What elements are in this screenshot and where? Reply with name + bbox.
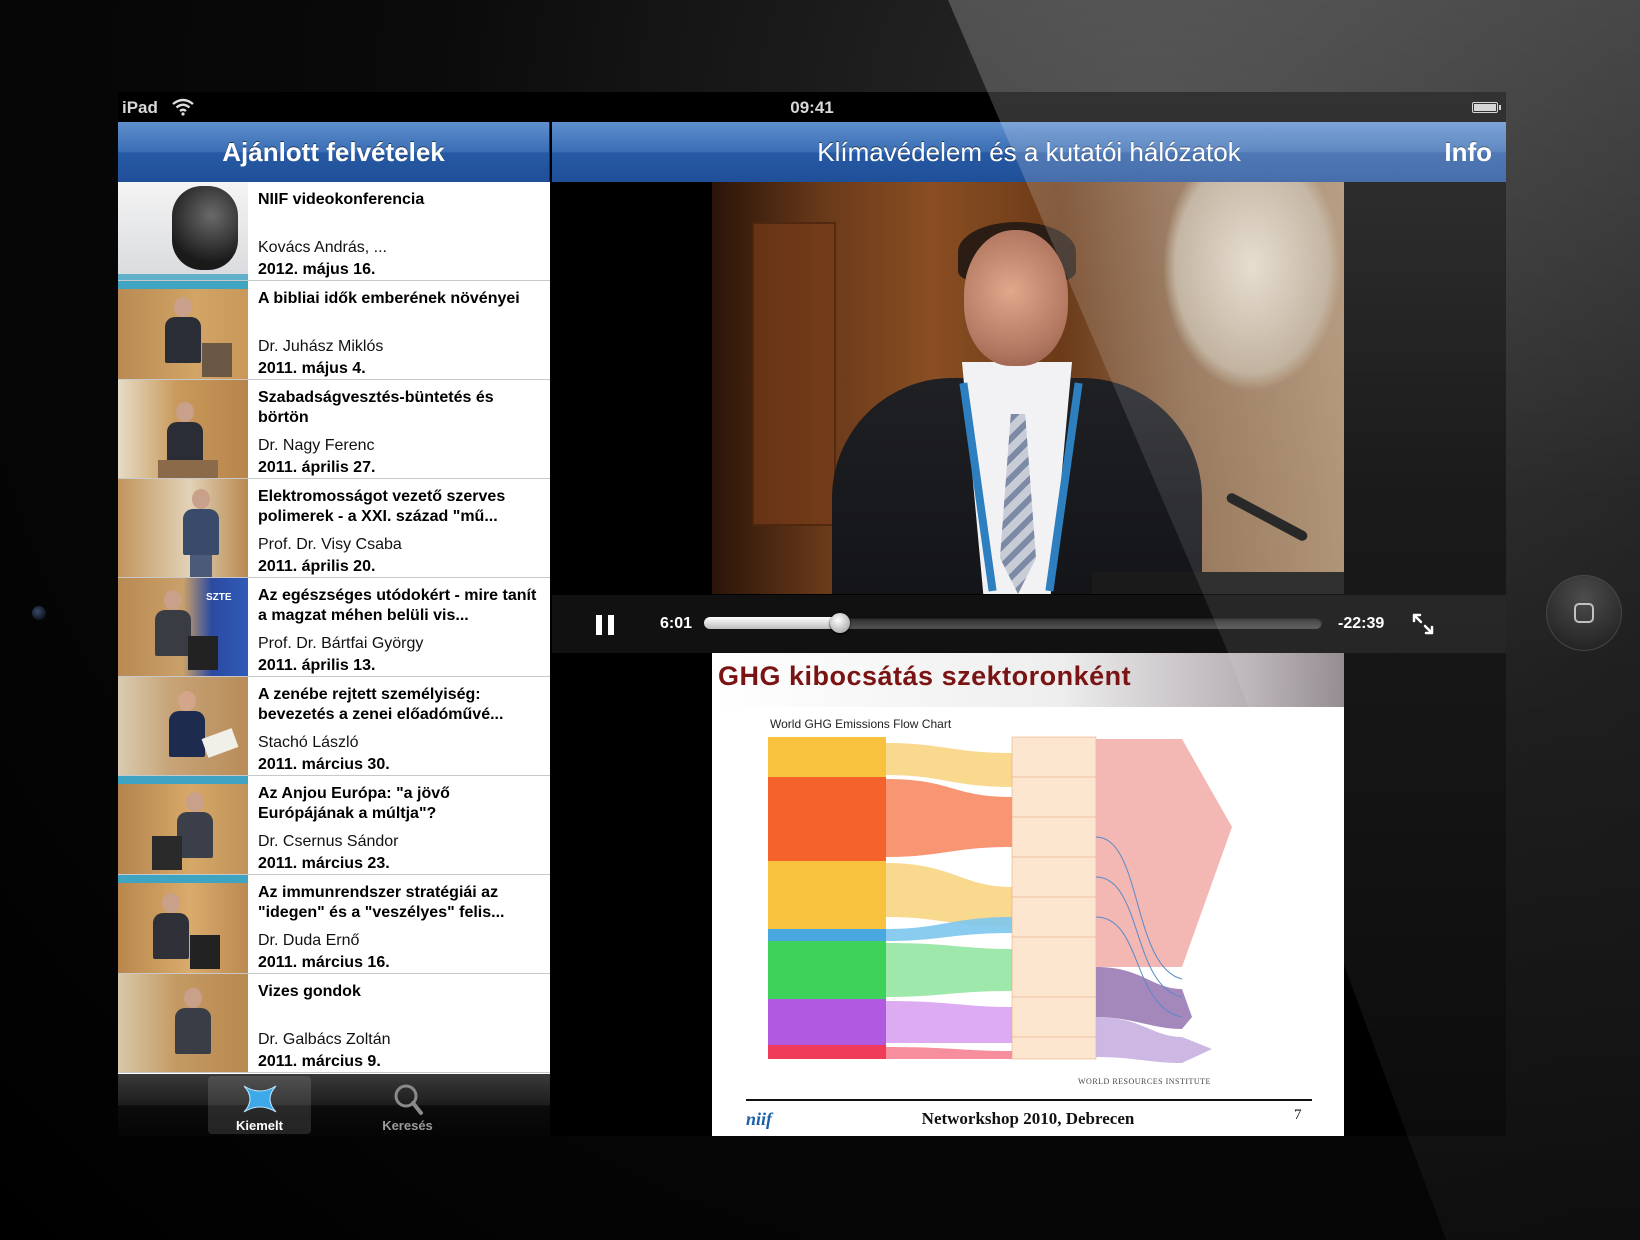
battery-icon xyxy=(1472,102,1501,113)
item-title: A zenébe rejtett személyiség: bevezetés … xyxy=(258,686,504,723)
scrubber-knob[interactable] xyxy=(829,613,850,633)
list-item[interactable]: A bibliai idők emberének növényei Dr. Ju… xyxy=(118,281,550,380)
item-author: Dr. Juhász Miklós xyxy=(258,338,384,355)
fullscreen-icon[interactable] xyxy=(1412,613,1434,635)
item-title: Elektromosságot vezető szerves polimerek… xyxy=(258,488,506,525)
emissions-flow-chart: World GHG Emissions Flow Chart xyxy=(762,717,1262,1089)
recording-thumbnail: SZTE xyxy=(118,578,248,676)
recording-thumbnail xyxy=(118,182,248,280)
item-date: 2011. március 9. xyxy=(258,1053,381,1070)
item-date: 2012. május 16. xyxy=(258,261,376,278)
item-title: Szabadságvesztés-büntetés és börtön xyxy=(258,389,494,426)
tab-kiemelt[interactable]: Kiemelt xyxy=(208,1076,311,1134)
item-date: 2011. április 13. xyxy=(258,657,376,674)
ipad-screen: iPad 09:41 Ajánlott felvételek NIIF vide… xyxy=(118,92,1506,1136)
playback-controls: 6:01 -22:39 xyxy=(552,595,1506,653)
home-square-icon xyxy=(1574,603,1594,623)
list-item[interactable]: NIIF videokonferencia Kovács András, ...… xyxy=(118,182,550,281)
right-nav-bar: Klímavédelem és a kutatói hálózatok Info xyxy=(552,122,1506,182)
pause-icon[interactable] xyxy=(596,615,614,635)
item-date: 2011. március 30. xyxy=(258,756,390,773)
item-author: Stachó László xyxy=(258,734,359,751)
item-date: 2011. április 20. xyxy=(258,558,376,575)
scrubber-track[interactable] xyxy=(704,613,1322,633)
slide-footer: Networkshop 2010, Debrecen xyxy=(921,1109,1135,1128)
featured-x-icon xyxy=(243,1085,277,1113)
slide-title: GHG kibocsátás szektoronként xyxy=(718,661,1132,691)
tab-label: Kiemelt xyxy=(236,1118,283,1133)
item-date: 2011. március 23. xyxy=(258,855,390,872)
recordings-panel: Ajánlott felvételek NIIF videokonferenci… xyxy=(118,122,550,1136)
video-frame[interactable] xyxy=(712,182,1344,594)
recording-thumbnail xyxy=(118,677,248,775)
lecture-title: Klímavédelem és a kutatói hálózatok xyxy=(817,137,1241,167)
tab-kereses[interactable]: Keresés xyxy=(356,1076,459,1134)
list-item[interactable]: Az Anjou Európa: "a jövő Európájának a m… xyxy=(118,776,550,875)
tab-bar: Kiemelt Keresés xyxy=(118,1074,550,1136)
flow-chart-graphic xyxy=(768,736,1232,1063)
item-author: Kovács András, ... xyxy=(258,239,387,256)
item-title: Vizes gondok xyxy=(258,983,361,1000)
list-item[interactable]: SZTE Az egészséges utódokért - mire taní… xyxy=(118,578,550,677)
item-title: NIIF videokonferencia xyxy=(258,191,425,208)
list-item[interactable]: A zenébe rejtett személyiség: bevezetés … xyxy=(118,677,550,776)
status-bar: iPad 09:41 xyxy=(118,92,1506,122)
recording-thumbnail xyxy=(118,380,248,478)
list-item[interactable]: Vizes gondok Dr. Galbács Zoltán 2011. má… xyxy=(118,974,550,1073)
item-author: Prof. Dr. Visy Csaba xyxy=(258,536,402,553)
item-date: 2011. április 27. xyxy=(258,459,376,476)
recording-thumbnail xyxy=(118,974,248,1072)
source-label: WORLD RESOURCES INSTITUTE xyxy=(1078,1077,1211,1086)
time-remaining: -22:39 xyxy=(1338,615,1385,632)
info-button[interactable]: Info xyxy=(1444,122,1492,182)
recording-thumbnail xyxy=(118,479,248,577)
item-author: Dr. Csernus Sándor xyxy=(258,833,399,850)
front-camera xyxy=(32,606,46,620)
list-item[interactable]: Szabadságvesztés-büntetés és börtön Dr. … xyxy=(118,380,550,479)
item-title: Az egészséges utódokért - mire tanít a m… xyxy=(258,587,537,624)
time-elapsed: 6:01 xyxy=(660,615,693,632)
recording-thumbnail xyxy=(118,281,248,379)
item-author: Prof. Dr. Bártfai György xyxy=(258,635,424,652)
left-nav-title: Ajánlott felvételek xyxy=(118,122,550,182)
slide-header: GHG kibocsátás szektoronként xyxy=(712,653,1344,707)
list-item[interactable]: Elektromosságot vezető szerves polimerek… xyxy=(118,479,550,578)
item-author: Dr. Galbács Zoltán xyxy=(258,1031,391,1048)
status-time: 09:41 xyxy=(790,98,834,117)
tab-label: Keresés xyxy=(382,1118,433,1133)
list-item[interactable]: Az immunrendszer stratégiái az "idegen" … xyxy=(118,875,550,974)
recording-thumbnail xyxy=(118,875,248,973)
recordings-list[interactable]: NIIF videokonferencia Kovács András, ...… xyxy=(118,182,550,1074)
player-panel: Klímavédelem és a kutatói hálózatok Info… xyxy=(552,122,1506,1136)
item-title: A bibliai idők emberének növényei xyxy=(258,290,520,307)
item-author: Dr. Nagy Ferenc xyxy=(258,437,375,454)
search-icon xyxy=(394,1084,423,1115)
item-title: Az immunrendszer stratégiái az "idegen" … xyxy=(258,884,505,921)
item-title: Az Anjou Európa: "a jövő Európájának a m… xyxy=(258,785,450,822)
presentation-slide: GHG kibocsátás szektoronként World GHG E… xyxy=(712,653,1344,1136)
recording-thumbnail xyxy=(118,776,248,874)
item-date: 2011. március 16. xyxy=(258,954,390,971)
home-button[interactable] xyxy=(1546,575,1622,651)
slide-page-number: 7 xyxy=(1294,1107,1302,1123)
item-author: Dr. Duda Ernő xyxy=(258,932,360,949)
item-date: 2011. május 4. xyxy=(258,360,366,377)
scrubber-fill xyxy=(704,617,840,629)
footer-divider xyxy=(746,1099,1312,1101)
